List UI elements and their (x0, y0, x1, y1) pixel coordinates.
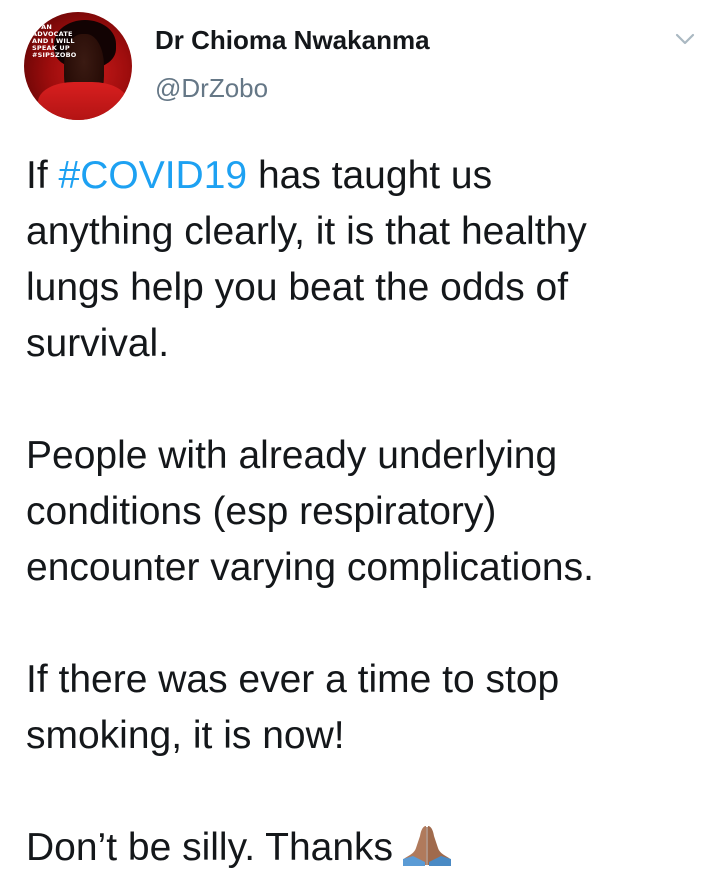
tweet-line: encounter varying complications. (26, 546, 594, 589)
tweet-line: lungs help you beat the odds of (26, 266, 569, 309)
chevron-down-icon[interactable] (674, 28, 696, 50)
tweet-text-fragment: Don’t be silly. Thanks (26, 826, 394, 869)
tweet-line: If #COVID19 has taught us (26, 148, 706, 204)
tweet-line: anything clearly, it is that healthy (26, 210, 587, 253)
avatar-scarf (38, 82, 128, 120)
tweet-line: survival. (26, 322, 170, 365)
author-display-name[interactable]: Dr Chioma Nwakanma (155, 24, 430, 56)
avatar-caption-line: #SIPSZOBO (32, 51, 77, 59)
tweet-text: If #COVID19 has taught us anything clear… (26, 148, 706, 876)
avatar-caption: M AN ADVOCATE AND I WILL SPEAK UP #SIPSZ… (32, 24, 102, 59)
tweet-card: M AN ADVOCATE AND I WILL SPEAK UP #SIPSZ… (0, 0, 720, 881)
tweet-line: Don’t be silly. Thanks (26, 820, 706, 876)
hashtag-link[interactable]: #COVID19 (59, 154, 248, 197)
tweet-line: If there was ever a time to stop (26, 658, 560, 701)
tweet-line: conditions (esp respiratory) (26, 490, 497, 533)
folded-hands-icon (399, 822, 455, 866)
tweet-line: smoking, it is now! (26, 714, 345, 757)
tweet-line: People with already underlying (26, 434, 558, 477)
tweet-text-fragment: If (26, 154, 59, 197)
tweet-text-fragment: has taught us (247, 154, 493, 197)
avatar[interactable]: M AN ADVOCATE AND I WILL SPEAK UP #SIPSZ… (24, 12, 132, 120)
author-handle[interactable]: @DrZobo (155, 72, 268, 104)
